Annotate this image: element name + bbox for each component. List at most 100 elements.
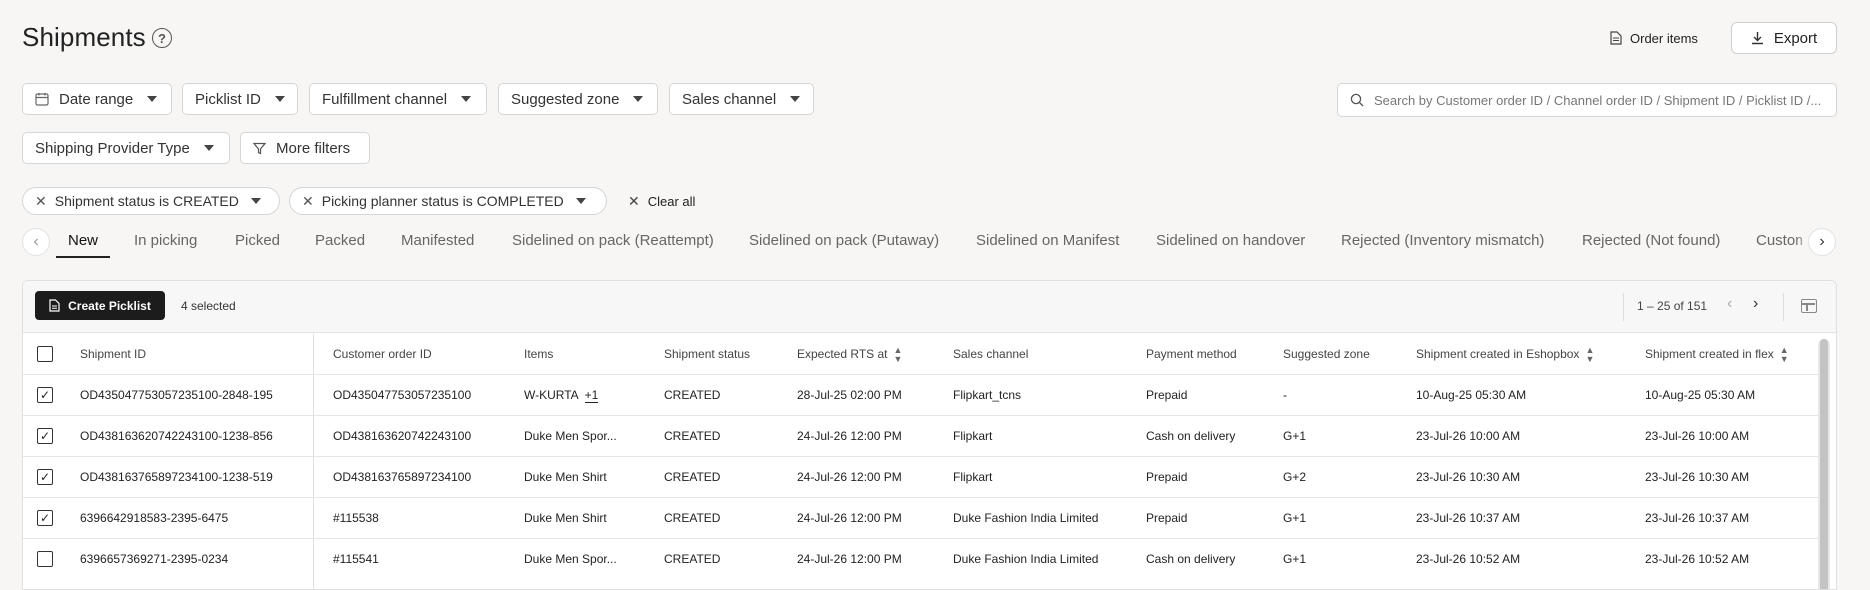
payment-method-cell: Prepaid [1146, 470, 1188, 484]
column-header-items: Items [524, 347, 554, 361]
close-icon: ✕ [628, 192, 640, 209]
tab-in-picking[interactable]: In picking [134, 224, 197, 258]
remove-chip-icon[interactable]: ✕ [35, 193, 47, 210]
column-header-created-eshopbox[interactable]: Shipment created in Eshopbox ▲ ▼ [1416, 334, 1594, 374]
checkmark-icon: ✓ [39, 429, 51, 443]
created-eshopbox-cell: 23-Jul-26 10:00 AM [1416, 429, 1521, 443]
column-header-suggested-zone: Suggested zone [1283, 347, 1370, 361]
chip-label: Picking planner status is COMPLETED [321, 193, 564, 209]
row-checkbox[interactable]: ✓ [37, 510, 53, 526]
customer-order-id-cell[interactable]: #115538 [333, 498, 379, 539]
row-checkbox[interactable]: ✓ [37, 387, 53, 403]
status-tabs: New In picking Picked Packed Manifested … [56, 224, 1802, 260]
items-cell[interactable]: Duke Men Spor... [524, 539, 617, 580]
row-checkbox[interactable]: ✓ [37, 469, 53, 485]
shipment-id-cell[interactable]: 6396657369271-2395-0234 [80, 539, 228, 580]
caret-down-icon [250, 198, 261, 204]
divider [1623, 293, 1624, 321]
customer-order-id-cell[interactable]: OD438163765897234100 [333, 457, 471, 498]
shipment-id-cell[interactable]: OD435047753057235100-2848-195 [80, 375, 273, 416]
chip-label: Shipment status is CREATED [54, 193, 239, 209]
sort-icon: ▲ ▼ [893, 344, 903, 364]
table-row[interactable]: ✓ OD435047753057235100-2848-195 OD435047… [23, 374, 1818, 415]
tab-packed[interactable]: Packed [315, 224, 365, 258]
selected-count: 4 selected [181, 299, 236, 313]
active-filter-chip[interactable]: ✕ Picking planner status is COMPLETED [289, 187, 607, 215]
suggested-zone-cell: G+1 [1283, 429, 1307, 443]
picklist-id-filter[interactable]: Picklist ID [182, 83, 298, 115]
shipment-id-cell[interactable]: OD438163620742243100-1238-856 [80, 416, 273, 457]
created-eshopbox-cell: 10-Aug-25 05:30 AM [1416, 388, 1527, 402]
tab-custom[interactable]: Custom [1756, 224, 1802, 258]
more-items-link[interactable]: +1 [584, 388, 599, 403]
payment-method-cell: Prepaid [1146, 388, 1188, 402]
tab-sidelined-on-pack-reattempt[interactable]: Sidelined on pack (Reattempt) [512, 224, 714, 258]
remove-chip-icon[interactable]: ✕ [302, 193, 314, 210]
clear-all-button[interactable]: ✕ Clear all [628, 191, 695, 211]
payment-method-cell: Cash on delivery [1146, 429, 1236, 443]
suggested-zone-filter[interactable]: Suggested zone [498, 83, 658, 115]
sort-icon: ▲ ▼ [1779, 344, 1789, 364]
header-label: Shipment created in Eshopbox [1416, 347, 1580, 361]
created-flex-cell: 23-Jul-26 10:00 AM [1645, 429, 1750, 443]
search-box[interactable] [1337, 83, 1837, 117]
tab-new[interactable]: New [56, 224, 111, 258]
created-flex-cell: 23-Jul-26 10:52 AM [1645, 552, 1750, 566]
table-row[interactable]: 6396657369271-2395-0234 #115541 Duke Men… [23, 538, 1818, 579]
order-items-button[interactable]: Order items [1610, 26, 1698, 50]
tab-rejected-not-found[interactable]: Rejected (Not found) [1582, 224, 1720, 258]
tabs-scroll-right-button[interactable]: › [1808, 228, 1836, 256]
search-input[interactable] [1374, 92, 1824, 108]
tab-sidelined-on-manifest[interactable]: Sidelined on Manifest [976, 224, 1119, 258]
chevron-right-icon[interactable]: › [1753, 295, 1758, 313]
expected-rts-cell: 28-Jul-25 02:00 PM [797, 388, 902, 402]
customer-order-id-cell[interactable]: OD438163620742243100 [333, 416, 471, 457]
customer-order-id-cell[interactable]: #115541 [333, 539, 379, 580]
help-icon[interactable]: ? [152, 28, 172, 48]
row-checkbox[interactable]: ✓ [37, 428, 53, 444]
column-settings-icon[interactable] [1801, 299, 1817, 313]
tab-picked[interactable]: Picked [235, 224, 280, 258]
sales-channel-cell: Duke Fashion India Limited [953, 511, 1099, 525]
fulfillment-channel-filter[interactable]: Fulfillment channel [309, 83, 487, 115]
shipment-id-cell[interactable]: OD438163765897234100-1238-519 [80, 457, 273, 498]
create-picklist-button[interactable]: Create Picklist [35, 291, 165, 320]
shipping-provider-type-filter[interactable]: Shipping Provider Type [22, 132, 230, 164]
items-cell[interactable]: W-KURTA +1 [524, 375, 599, 416]
sales-channel-filter[interactable]: Sales channel [669, 83, 814, 115]
shipment-id-cell[interactable]: 6396642918583-2395-6475 [80, 498, 228, 539]
vertical-scrollbar-thumb[interactable] [1820, 339, 1828, 589]
customer-order-id-cell[interactable]: OD435047753057235100 [333, 375, 471, 416]
export-label: Export [1773, 29, 1818, 47]
export-button[interactable]: Export [1731, 22, 1837, 54]
filter-label: Fulfillment channel [322, 90, 448, 108]
checkmark-icon: ✓ [39, 470, 51, 484]
date-range-filter[interactable]: Date range [22, 83, 172, 115]
column-header-created-flex[interactable]: Shipment created in flex ▲ ▼ [1645, 334, 1789, 374]
items-cell[interactable]: Duke Men Shirt [524, 498, 607, 539]
caret-down-icon [203, 145, 214, 151]
tabs-scroll-left-button[interactable]: ‹ [22, 228, 50, 256]
chevron-left-icon[interactable]: ‹ [1727, 295, 1732, 313]
shipment-status-cell: CREATED [664, 388, 721, 402]
payment-method-cell: Prepaid [1146, 511, 1188, 525]
download-icon [1751, 32, 1763, 45]
items-cell[interactable]: Duke Men Spor... [524, 416, 617, 457]
items-cell[interactable]: Duke Men Shirt [524, 457, 607, 498]
table-row[interactable]: ✓ OD438163620742243100-1238-856 OD438163… [23, 415, 1818, 456]
active-filter-chip[interactable]: ✕ Shipment status is CREATED [22, 187, 280, 215]
order-items-label: Order items [1630, 30, 1698, 46]
tab-sidelined-on-pack-putaway[interactable]: Sidelined on pack (Putaway) [749, 224, 939, 258]
table-row[interactable]: ✓ 6396642918583-2395-6475 #115538 Duke M… [23, 497, 1818, 538]
column-header-expected-rts[interactable]: Expected RTS at ▲ ▼ [797, 334, 902, 374]
select-all-checkbox[interactable] [37, 346, 53, 362]
tab-manifested[interactable]: Manifested [401, 224, 474, 258]
more-filters-button[interactable]: More filters [240, 132, 370, 164]
created-eshopbox-cell: 23-Jul-26 10:52 AM [1416, 552, 1521, 566]
table-row[interactable]: ✓ OD438163765897234100-1238-519 OD438163… [23, 456, 1818, 497]
created-eshopbox-cell: 23-Jul-26 10:30 AM [1416, 470, 1521, 484]
row-checkbox[interactable] [37, 551, 53, 567]
sales-channel-cell: Flipkart [953, 429, 993, 443]
tab-rejected-inventory-mismatch[interactable]: Rejected (Inventory mismatch) [1341, 224, 1544, 258]
tab-sidelined-on-handover[interactable]: Sidelined on handover [1156, 224, 1305, 258]
